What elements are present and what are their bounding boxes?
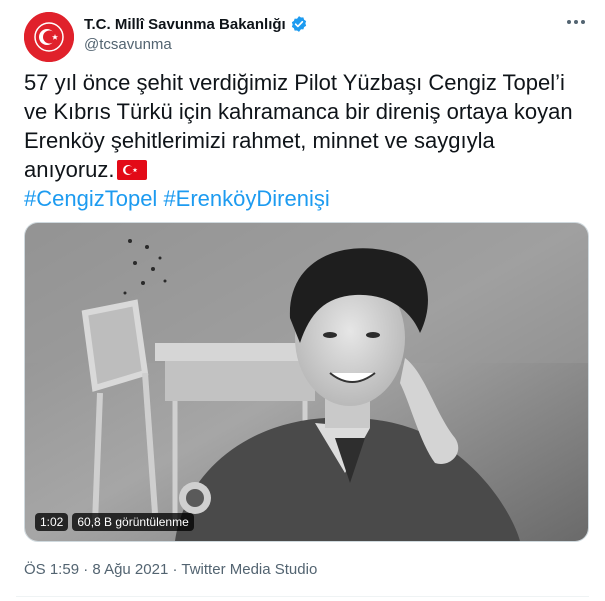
tweet-text-line-last: anıyoruz. — [24, 155, 594, 184]
meta-separator: · — [83, 561, 89, 578]
video-player[interactable]: 1:02 60,8 B görüntülenme — [24, 222, 589, 542]
tweet-source[interactable]: Twitter Media Studio — [181, 561, 317, 578]
author-name[interactable]: T.C. Millî Savunma Bakanlığı — [84, 16, 286, 33]
tweet-text: 57 yıl önce şehit verdiğimiz Pilot Yüzba… — [24, 68, 594, 213]
video-view-count: 60,8 B görüntülenme — [72, 513, 194, 531]
more-options-icon[interactable] — [563, 12, 589, 32]
tweet-date[interactable]: 8 Ağu 2021 — [92, 561, 168, 578]
tweet-metadata: ÖS 1:59 · 8 Ağu 2021 · Twitter Media Stu… — [24, 561, 317, 578]
turkey-flag-emoji-icon — [116, 160, 147, 180]
divider — [16, 596, 589, 597]
video-duration: 1:02 — [35, 513, 69, 531]
tweet-text-line: ve Kıbrıs Türkü için kahramanca bir dire… — [24, 99, 573, 124]
author-handle[interactable]: @tcsavunma — [84, 36, 172, 53]
verified-badge-icon — [291, 16, 306, 32]
meta-separator: · — [172, 561, 178, 578]
crescent-star-emblem-icon — [24, 12, 74, 62]
hashtags-line: #CengizTopel #ErenköyDirenişi — [24, 184, 594, 213]
tweet-text-line: anıyoruz. — [24, 157, 115, 182]
tweet-text-line: 57 yıl önce şehit verdiğimiz Pilot Yüzba… — [24, 70, 565, 95]
hashtag-cengiz-topel[interactable]: #CengizTopel — [24, 186, 157, 211]
video-thumbnail — [25, 223, 588, 541]
hashtag-erenkoy-direnisi[interactable]: #ErenköyDirenişi — [163, 186, 329, 211]
video-stats: 1:02 60,8 B görüntülenme — [35, 513, 194, 531]
avatar[interactable] — [24, 12, 74, 62]
tweet-time[interactable]: ÖS 1:59 — [24, 561, 79, 578]
tweet-text-line: Erenköy şehitlerimizi rahmet, minnet ve … — [24, 128, 495, 153]
author-name-row[interactable]: T.C. Millî Savunma Bakanlığı — [84, 15, 308, 33]
